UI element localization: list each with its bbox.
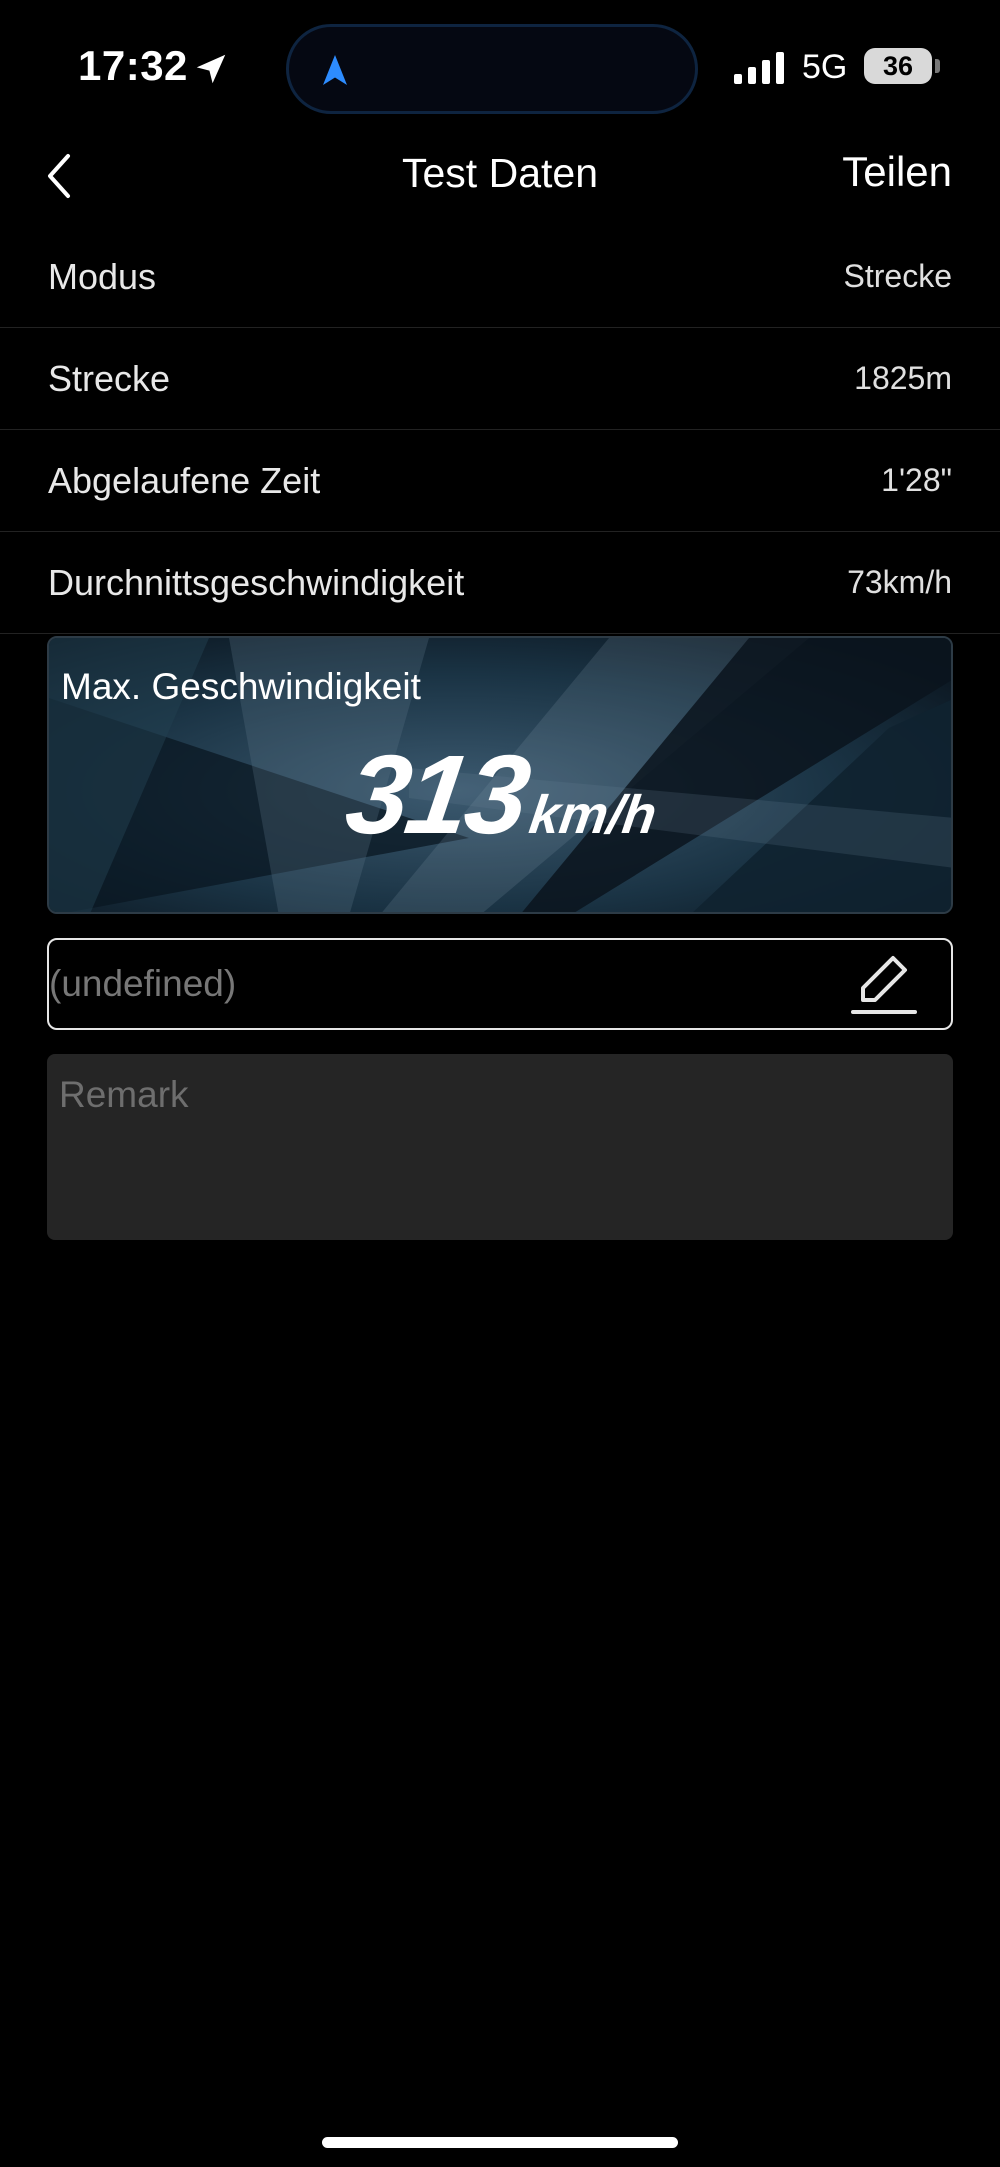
pencil-edit-icon[interactable] bbox=[849, 952, 919, 1018]
row-label: Strecke bbox=[48, 357, 171, 399]
row-elapsed-time: Abgelaufene Zeit 1'28" bbox=[0, 430, 1000, 532]
max-speed-label: Max. Geschwindigkeit bbox=[61, 666, 421, 707]
row-label: Modus bbox=[48, 255, 157, 297]
navigation-icon bbox=[323, 55, 347, 85]
max-speed-card: Max. Geschwindigkeit 313km/h bbox=[47, 636, 953, 914]
signal-icon bbox=[734, 52, 784, 84]
battery-level: 36 bbox=[882, 51, 914, 81]
test-data-screen: 17:32 5G 36 Test Daten Teilen Modus Stre… bbox=[0, 0, 1000, 2167]
row-average-speed: Durchnittsgeschwindigkeit 73km/h bbox=[0, 532, 1000, 634]
home-indicator[interactable] bbox=[322, 2137, 678, 2148]
row-value: 1'28" bbox=[881, 462, 952, 498]
status-bar: 17:32 5G 36 bbox=[0, 0, 1000, 120]
max-speed-readout: 313km/h bbox=[49, 730, 951, 859]
battery-cap bbox=[935, 59, 940, 73]
test-data-list: Modus Strecke Strecke 1825m Abgelaufene … bbox=[0, 226, 1000, 634]
row-distance: Strecke 1825m bbox=[0, 328, 1000, 430]
network-type: 5G bbox=[802, 48, 848, 86]
name-input[interactable] bbox=[49, 940, 849, 1028]
share-button[interactable]: Teilen bbox=[842, 148, 952, 196]
dynamic-island[interactable] bbox=[286, 24, 698, 114]
battery-icon: 36 bbox=[864, 48, 932, 84]
location-arrow-icon bbox=[196, 54, 226, 84]
max-speed-unit: km/h bbox=[525, 785, 661, 845]
row-label: Abgelaufene Zeit bbox=[48, 459, 321, 501]
row-value: Strecke bbox=[843, 258, 952, 294]
chevron-left-icon[interactable] bbox=[34, 146, 94, 206]
status-time: 17:32 bbox=[78, 42, 188, 89]
row-value: 1825m bbox=[854, 360, 952, 396]
remark-input[interactable] bbox=[47, 1054, 953, 1240]
row-mode: Modus Strecke bbox=[0, 226, 1000, 328]
max-speed-value: 313 bbox=[339, 732, 535, 857]
name-field bbox=[47, 938, 953, 1030]
nav-bar: Test Daten Teilen bbox=[0, 130, 1000, 220]
row-value: 73km/h bbox=[847, 564, 952, 600]
row-label: Durchnittsgeschwindigkeit bbox=[48, 561, 465, 603]
